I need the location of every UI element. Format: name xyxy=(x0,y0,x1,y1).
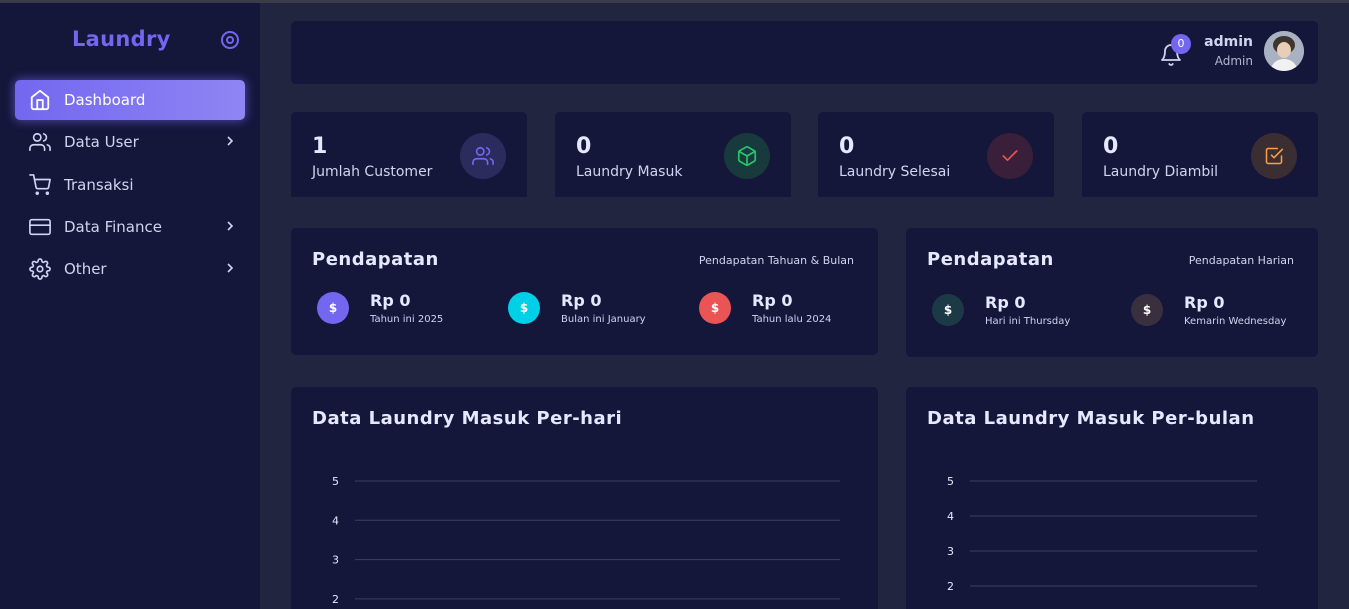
y-tick-label: 4 xyxy=(947,510,954,523)
y-tick-label: 2 xyxy=(947,580,954,593)
stat-label: Laundry Diambil xyxy=(1103,164,1219,180)
dollar-icon: $ xyxy=(1131,294,1163,326)
sidebar-item-data-user[interactable]: Data User xyxy=(15,122,245,162)
chart-card-monthly: Data Laundry Masuk Per-bulan 5432 xyxy=(906,387,1318,609)
stat-card-laundry-selesai: 0 Laundry Selesai xyxy=(818,112,1054,197)
y-tick-label: 4 xyxy=(332,514,339,527)
users-icon xyxy=(460,133,506,179)
card-title: Pendapatan xyxy=(312,249,439,270)
dollar-icon: $ xyxy=(932,294,964,326)
chevron-right-icon xyxy=(227,136,234,146)
revenue-yearly-card: Pendapatan Pendapatan Tahuan & Bulan $ R… xyxy=(291,228,878,355)
y-tick-label: 5 xyxy=(947,475,954,488)
check-icon xyxy=(987,133,1033,179)
revenue-amount: Rp 0 xyxy=(985,293,1026,312)
check-square-icon xyxy=(1251,133,1297,179)
brand-logo[interactable]: Laundry xyxy=(72,27,171,51)
stat-value: 0 xyxy=(576,134,592,159)
card-title: Pendapatan xyxy=(927,249,1054,270)
revenue-caption: Tahun ini 2025 xyxy=(370,314,444,325)
dollar-icon: $ xyxy=(699,292,731,324)
revenue-caption: Hari ini Thursday xyxy=(985,316,1071,327)
sidebar-item-label: Other xyxy=(64,260,107,278)
sidebar: Laundry Dashboard Data User Transaksi Da… xyxy=(0,3,260,609)
revenue-caption: Bulan ini January xyxy=(561,314,646,325)
top-navbar: 0 admin Admin xyxy=(291,21,1318,84)
sidebar-item-transaksi[interactable]: Transaksi xyxy=(15,165,245,205)
notification-badge: 0 xyxy=(1171,34,1191,54)
sidebar-item-other[interactable]: Other xyxy=(15,249,245,289)
y-tick-label: 3 xyxy=(332,554,339,567)
user-name[interactable]: admin xyxy=(1204,34,1253,50)
avatar[interactable] xyxy=(1264,31,1304,71)
revenue-item-this-year: $ Rp 0 Tahun ini 2025 xyxy=(317,291,443,325)
y-tick-label: 3 xyxy=(947,545,954,558)
stat-value: 0 xyxy=(1103,134,1119,159)
stat-value: 0 xyxy=(839,134,855,159)
sidebar-item-label: Data User xyxy=(64,133,139,151)
home-icon xyxy=(29,89,51,111)
card-subtitle: Pendapatan Harian xyxy=(1188,254,1294,267)
sidebar-toggle-icon[interactable] xyxy=(220,30,240,50)
stat-card-laundry-diambil: 0 Laundry Diambil xyxy=(1082,112,1318,197)
sidebar-item-label: Dashboard xyxy=(64,91,146,109)
sidebar-item-data-finance[interactable]: Data Finance xyxy=(15,207,245,247)
chart-daily: 5 4 3 2 xyxy=(332,475,840,606)
user-role: Admin xyxy=(1214,54,1253,68)
stat-card-customer: 1 Jumlah Customer xyxy=(291,112,527,197)
chevron-right-icon xyxy=(227,263,234,273)
avatar-image xyxy=(1264,31,1304,71)
gear-icon xyxy=(29,258,51,280)
chart-monthly: 5 4 3 2 xyxy=(947,475,1257,593)
chart-card-daily: Data Laundry Masuk Per-hari 5432 xyxy=(291,387,878,609)
revenue-item-last-year: $ Rp 0 Tahun lalu 2024 xyxy=(699,291,831,325)
stat-value: 1 xyxy=(312,134,328,159)
card-subtitle: Pendapatan Tahuan & Bulan xyxy=(698,254,854,267)
sidebar-item-label: Data Finance xyxy=(64,218,162,236)
sidebar-item-dashboard[interactable]: Dashboard xyxy=(15,80,245,120)
users-icon xyxy=(29,131,51,153)
dollar-icon: $ xyxy=(508,292,540,324)
revenue-caption: Kemarin Wednesday xyxy=(1184,316,1287,327)
stat-label: Jumlah Customer xyxy=(312,164,433,180)
revenue-amount: Rp 0 xyxy=(752,291,793,310)
stat-card-laundry-masuk: 0 Laundry Masuk xyxy=(555,112,791,197)
stat-label: Laundry Masuk xyxy=(576,164,683,180)
credit-card-icon xyxy=(29,216,51,238)
revenue-amount: Rp 0 xyxy=(561,291,602,310)
stat-label: Laundry Selesai xyxy=(839,164,951,180)
revenue-item-yesterday: $ Rp 0 Kemarin Wednesday xyxy=(1131,293,1286,327)
y-tick-label: 2 xyxy=(332,593,339,606)
revenue-amount: Rp 0 xyxy=(1184,293,1225,312)
sidebar-item-label: Transaksi xyxy=(64,176,134,194)
revenue-item-today: $ Rp 0 Hari ini Thursday xyxy=(932,293,1070,327)
y-tick-label: 5 xyxy=(332,475,339,488)
revenue-daily-card: Pendapatan Pendapatan Harian $ Rp 0 Hari… xyxy=(906,228,1318,357)
revenue-caption: Tahun lalu 2024 xyxy=(752,314,832,325)
revenue-item-this-month: $ Rp 0 Bulan ini January xyxy=(508,291,646,325)
chevron-right-icon xyxy=(227,221,234,231)
cart-icon xyxy=(29,174,51,196)
box-icon xyxy=(724,133,770,179)
dollar-icon: $ xyxy=(317,292,349,324)
revenue-amount: Rp 0 xyxy=(370,291,411,310)
